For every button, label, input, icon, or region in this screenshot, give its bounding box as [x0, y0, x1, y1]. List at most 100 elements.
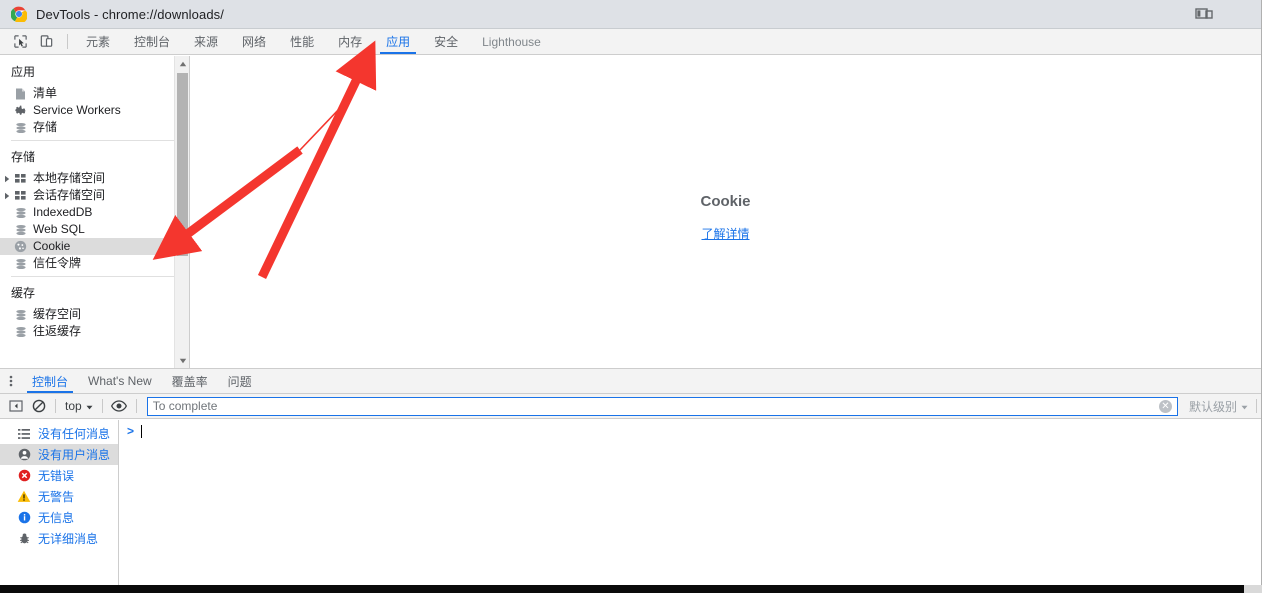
sidebar-item-trust-tokens[interactable]: 信任令牌 [0, 255, 189, 272]
sidebar-section-cache: 缓存 缓存空间 往返缓存 [0, 277, 189, 340]
tab-elements[interactable]: 元素 [74, 29, 122, 54]
sidebar-item-cookie[interactable]: Cookie [0, 238, 189, 255]
scrollbar-thumb[interactable] [177, 73, 188, 256]
console-message-sidebar: 没有任何消息 没有用户消息 无错误 无警告 无信息 无详细消息 [0, 420, 119, 585]
drawer-tab-bar: 控制台 What's New 覆盖率 问题 [0, 369, 1261, 394]
tab-lighthouse[interactable]: Lighthouse [470, 29, 553, 54]
sidebar-item-session-storage[interactable]: 会话存储空间 [0, 187, 189, 204]
prompt-caret-icon: > [127, 424, 135, 438]
chevron-down-icon [86, 399, 93, 413]
learn-more-link[interactable]: 了解详情 [701, 225, 749, 242]
console-filter-warnings[interactable]: 无警告 [0, 486, 118, 507]
toolbar-divider [135, 399, 137, 413]
more-options-icon[interactable] [0, 369, 22, 393]
log-level-selector[interactable]: 默认级别 [1183, 398, 1254, 415]
tab-label: 网络 [242, 35, 267, 49]
taskbar [0, 585, 1262, 593]
expand-arrow-icon[interactable] [2, 192, 12, 200]
database-icon [14, 325, 27, 338]
device-toolbar-icon[interactable] [33, 29, 59, 54]
drawer-tab-label: 控制台 [32, 374, 69, 389]
toolbar-divider [1256, 399, 1257, 413]
tab-security[interactable]: 安全 [422, 29, 470, 54]
dock-side-icon[interactable] [1195, 7, 1213, 21]
sidebar-item-cache-storage[interactable]: 缓存空间 [0, 306, 189, 323]
sidebar-item-label: 会话存储空间 [33, 188, 106, 202]
tab-label: 来源 [194, 35, 219, 49]
database-icon [14, 121, 27, 134]
empty-state: Cookie 了解详情 [190, 193, 1261, 242]
sidebar-section-title: 存储 [11, 150, 36, 164]
live-expression-icon[interactable] [108, 396, 131, 417]
drawer-tab-issues[interactable]: 问题 [218, 369, 262, 393]
gear-icon [14, 104, 27, 117]
application-panel: 应用 清单 Service Workers 存储 存储 本地存储空间 会话存储空… [0, 56, 1261, 368]
tab-sources[interactable]: 来源 [182, 29, 230, 54]
drawer-tab-label: 问题 [227, 374, 252, 389]
clear-input-icon[interactable]: ✕ [1158, 399, 1172, 413]
sidebar-item-back-forward-cache[interactable]: 往返缓存 [0, 323, 189, 340]
sidebar-section-application: 应用 清单 Service Workers 存储 [0, 56, 189, 141]
console-body: 没有任何消息 没有用户消息 无错误 无警告 无信息 无详细消息 > [0, 420, 1261, 585]
console-output[interactable]: > [119, 420, 1261, 585]
console-filter-label: 无错误 [38, 469, 75, 483]
sidebar-item-label: Web SQL [33, 222, 85, 236]
sidebar-item-local-storage[interactable]: 本地存储空间 [0, 170, 189, 187]
log-level-value: 默认级别 [1188, 399, 1237, 414]
tab-label: Lighthouse [482, 34, 541, 49]
sidebar-item-service-workers[interactable]: Service Workers [0, 102, 189, 119]
sidebar-item-manifest[interactable]: 清单 [0, 85, 189, 102]
sidebar-scrollbar[interactable] [174, 56, 189, 368]
drawer-tab-coverage[interactable]: 覆盖率 [162, 369, 218, 393]
console-filter-label: 无详细消息 [38, 532, 99, 546]
sidebar-item-label: 本地存储空间 [33, 171, 106, 185]
tab-network[interactable]: 网络 [230, 29, 278, 54]
database-icon [14, 257, 27, 270]
user-messages-icon [17, 448, 31, 462]
devtools-window: DevTools - chrome://downloads/ 元素 控制台 来源… [0, 0, 1262, 585]
console-filter-input[interactable] [147, 397, 1159, 415]
tab-label: 控制台 [134, 35, 171, 49]
chevron-down-icon [1241, 399, 1248, 413]
console-filter-info[interactable]: 无信息 [0, 507, 118, 528]
expand-arrow-icon[interactable] [2, 175, 12, 183]
sidebar-item-indexeddb[interactable]: IndexedDB [0, 204, 189, 221]
console-filter-verbose[interactable]: 无详细消息 [0, 528, 118, 549]
tab-performance[interactable]: 性能 [278, 29, 326, 54]
clear-console-icon[interactable] [27, 396, 50, 417]
cookie-panel-content: Cookie 了解详情 [190, 56, 1261, 368]
console-prompt[interactable]: > [119, 420, 1261, 439]
console-sidebar-toggle-icon[interactable] [4, 396, 27, 417]
console-filter-label: 没有用户消息 [38, 448, 111, 462]
tab-label: 性能 [290, 35, 315, 49]
sidebar-item-label: 信任令牌 [33, 256, 82, 270]
cookie-icon [14, 240, 27, 253]
drawer-tab-console[interactable]: 控制台 [22, 369, 78, 393]
database-icon [14, 206, 27, 219]
sidebar-item-storage[interactable]: 存储 [0, 119, 189, 136]
inspect-element-icon[interactable] [7, 29, 33, 54]
console-filter-all-messages[interactable]: 没有任何消息 [0, 423, 118, 444]
text-cursor [141, 424, 143, 438]
drawer-tab-whats-new[interactable]: What's New [78, 369, 162, 393]
devtools-toolbar: 元素 控制台 来源 网络 性能 内存 应用 安全 Lighthouse [0, 29, 1261, 55]
toolbar-divider [55, 399, 56, 413]
scroll-up-arrow-icon[interactable] [175, 56, 189, 71]
application-sidebar: 应用 清单 Service Workers 存储 存储 本地存储空间 会话存储空… [0, 56, 190, 368]
console-filter-errors[interactable]: 无错误 [0, 465, 118, 486]
tab-application[interactable]: 应用 [374, 29, 422, 54]
execution-context-selector[interactable]: top [61, 399, 97, 413]
console-toolbar: top ✕ 默认级别 [0, 394, 1261, 419]
drawer-tab-label: What's New [88, 374, 152, 388]
chrome-logo-icon [10, 6, 28, 24]
sidebar-item-label: Cookie [33, 239, 71, 253]
console-filter-box[interactable]: ✕ [146, 396, 1178, 416]
sidebar-item-label: IndexedDB [33, 205, 93, 219]
sidebar-item-web-sql[interactable]: Web SQL [0, 221, 189, 238]
scroll-down-arrow-icon[interactable] [175, 353, 189, 368]
console-drawer: 控制台 What's New 覆盖率 问题 top To complete ✕ … [0, 368, 1261, 585]
sidebar-item-label: 存储 [33, 120, 58, 134]
console-filter-user-messages[interactable]: 没有用户消息 [0, 444, 118, 465]
tab-memory[interactable]: 内存 [326, 29, 374, 54]
tab-console[interactable]: 控制台 [122, 29, 182, 54]
